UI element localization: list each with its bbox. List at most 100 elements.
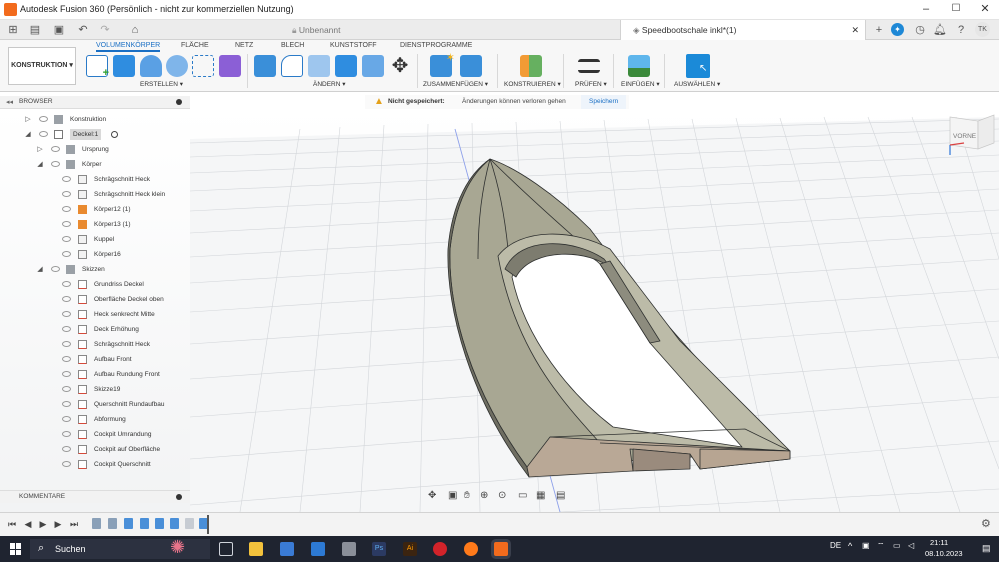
browser-item[interactable]: Deck Erhöhung	[0, 322, 190, 337]
visibility-eye-icon[interactable]	[62, 251, 71, 257]
visibility-eye-icon[interactable]	[62, 341, 71, 347]
visibility-eye-icon[interactable]	[62, 281, 71, 287]
close-tab-icon[interactable]: ✕	[851, 20, 859, 40]
firefox-icon[interactable]	[464, 542, 478, 556]
new-component-icon[interactable]: ✶	[430, 52, 455, 77]
visibility-eye-icon[interactable]	[62, 371, 71, 377]
create-form-icon[interactable]	[219, 55, 241, 77]
visibility-eye-icon[interactable]	[62, 446, 71, 452]
browser-item[interactable]: Oberfläche Deckel oben	[0, 292, 190, 307]
user-avatar[interactable]: TK	[975, 22, 990, 37]
pan-icon[interactable]: ✋︎	[464, 490, 470, 501]
group-auswaehlen[interactable]: AUSWÄHLEN ▾	[674, 80, 720, 88]
visibility-eye-icon[interactable]	[62, 416, 71, 422]
expand-toggle-icon[interactable]: ◢	[24, 127, 32, 142]
timeline-end-icon[interactable]: ⏭︎	[69, 519, 79, 529]
fusion-taskbar-icon[interactable]	[494, 542, 508, 556]
press-pull-icon[interactable]	[254, 55, 276, 77]
save-now-button[interactable]: Speichern	[581, 95, 627, 109]
tab-unbenannt[interactable]: 🔒︎ Unbenannt	[292, 20, 362, 40]
revolve-icon[interactable]	[140, 55, 162, 77]
combine-icon[interactable]	[335, 55, 357, 77]
browser-item[interactable]: ◢ Skizzen	[0, 262, 190, 277]
help-icon[interactable]: ?	[954, 23, 968, 37]
shell-icon[interactable]	[308, 55, 330, 77]
fit-icon[interactable]: ⊙	[498, 490, 506, 501]
browser-item[interactable]: Schrägschnitt Heck klein	[0, 187, 190, 202]
fillet-icon[interactable]	[281, 55, 303, 77]
expand-toggle-icon[interactable]: ◢	[36, 157, 44, 172]
browser-item[interactable]: Querschnitt Rundaufbau	[0, 397, 190, 412]
timeline-feature[interactable]	[124, 518, 133, 529]
browser-header[interactable]: ◂◂ BROWSER	[0, 96, 190, 109]
pattern-icon[interactable]	[192, 55, 214, 77]
browser-item[interactable]: Schrägschnitt Heck	[0, 337, 190, 352]
visibility-eye-icon[interactable]	[62, 221, 71, 227]
group-erstellen[interactable]: ERSTELLEN ▾	[140, 80, 183, 88]
offset-plane-icon[interactable]	[520, 55, 542, 77]
move-icon[interactable]: ✥	[389, 55, 411, 77]
create-sketch-icon[interactable]: +	[86, 55, 109, 79]
job-status-icon[interactable]: ◷	[913, 23, 927, 37]
browser-item[interactable]: Schrägschnitt Heck	[0, 172, 190, 187]
timeline-feature[interactable]	[140, 518, 149, 529]
joint-icon[interactable]	[460, 55, 482, 77]
visibility-eye-icon[interactable]	[62, 311, 71, 317]
measure-icon[interactable]	[578, 59, 600, 73]
browser-item[interactable]: Aufbau Front	[0, 352, 190, 367]
mail-icon[interactable]	[311, 542, 325, 556]
tab-kunststoff[interactable]: KUNSTSTOFF	[330, 42, 377, 49]
maximize-button[interactable]: ☐	[950, 3, 962, 15]
display-settings-icon[interactable]: ▭	[518, 490, 527, 501]
browser-item[interactable]: Kuppel	[0, 232, 190, 247]
browser-item[interactable]: Abformung	[0, 412, 190, 427]
app-icon[interactable]	[433, 542, 447, 556]
visibility-eye-icon[interactable]	[62, 356, 71, 362]
timeline-feature[interactable]	[108, 518, 117, 529]
visibility-eye-icon[interactable]	[62, 386, 71, 392]
browser-item[interactable]: Cockpit Querschnitt	[0, 457, 190, 472]
look-at-icon[interactable]: ▣	[448, 490, 457, 501]
windows-start-icon[interactable]	[10, 543, 22, 555]
expand-toggle-icon[interactable]: ▷	[36, 142, 44, 157]
close-button[interactable]: ✕	[979, 3, 991, 15]
taskbar-search[interactable]: ⌕ Suchen ✺	[30, 537, 210, 559]
timeline-forward-icon[interactable]: ▶	[53, 519, 63, 529]
expand-toggle-icon[interactable]: ◢	[36, 262, 44, 277]
browser-item[interactable]: Grundriss Deckel	[0, 277, 190, 292]
visibility-eye-icon[interactable]	[62, 296, 71, 302]
camera-icon[interactable]	[342, 542, 356, 556]
browser-item[interactable]: Cockpit auf Oberfläche	[0, 442, 190, 457]
timeline-feature[interactable]	[155, 518, 164, 529]
browser-item[interactable]: ▷ Ursprung	[0, 142, 190, 157]
visibility-eye-icon[interactable]	[62, 431, 71, 437]
home-icon[interactable]: ⌂	[128, 23, 142, 37]
group-zusammenfuegen[interactable]: ZUSAMMENFÜGEN ▾	[423, 80, 488, 88]
battery-icon[interactable]: ▭	[893, 541, 901, 550]
visibility-eye-icon[interactable]	[62, 401, 71, 407]
illustrator-icon[interactable]: Ai	[403, 542, 417, 556]
visibility-eye-icon[interactable]	[51, 146, 60, 152]
store-icon[interactable]	[280, 542, 294, 556]
undo-icon[interactable]: ↶	[76, 23, 90, 37]
insert-image-icon[interactable]	[628, 55, 650, 77]
tray-expand-icon[interactable]: ^	[848, 541, 852, 551]
collapse-icon[interactable]: ◂◂	[6, 98, 13, 106]
comments-options-icon[interactable]	[176, 494, 182, 500]
wifi-icon[interactable]: ⌔	[877, 541, 885, 551]
visibility-eye-icon[interactable]	[62, 176, 71, 182]
browser-item[interactable]: ◢ Körper	[0, 157, 190, 172]
timeline-feature[interactable]	[92, 518, 101, 529]
browser-item[interactable]: Körper12 (1)	[0, 202, 190, 217]
timeline-play-icon[interactable]: ▶	[38, 519, 48, 529]
browser-item[interactable]: Cockpit Umrandung	[0, 427, 190, 442]
hole-icon[interactable]	[166, 55, 188, 77]
select-icon[interactable]: ↖	[686, 54, 710, 78]
extrude-icon[interactable]	[113, 55, 135, 77]
timeline-marker[interactable]	[207, 515, 209, 534]
clock-date[interactable]: 08.10.2023	[925, 549, 963, 558]
file-menu-icon[interactable]: ▤	[28, 23, 42, 37]
browser-item[interactable]: Körper13 (1)	[0, 217, 190, 232]
language-indicator[interactable]: DE	[830, 541, 841, 550]
workspace-switcher[interactable]: KONSTRUKTION ▾	[8, 47, 76, 85]
